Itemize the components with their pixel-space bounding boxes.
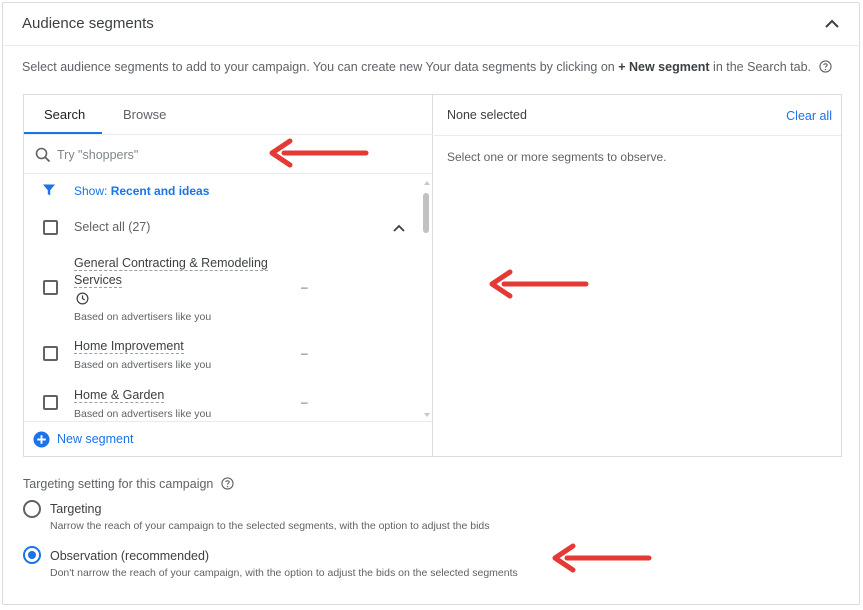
segment-checkbox[interactable] xyxy=(43,346,58,361)
tab-search[interactable]: Search xyxy=(44,107,85,122)
segment-picker: Search Browse Show: Recent and ideas xyxy=(23,94,842,457)
show-filter-prefix: Show: xyxy=(74,184,111,198)
new-segment-label: New segment xyxy=(57,432,134,446)
select-all-checkbox[interactable] xyxy=(43,220,58,235)
active-tab-indicator xyxy=(24,132,102,134)
help-circle-icon[interactable] xyxy=(221,477,234,490)
picker-tabs: Search Browse xyxy=(24,95,433,135)
segment-source: Based on advertisers like you xyxy=(74,311,212,323)
card-header[interactable]: Audience segments xyxy=(3,3,859,46)
selected-title: None selected xyxy=(447,108,527,122)
targeting-title-text: Targeting setting for this campaign xyxy=(23,477,214,491)
intro-text-before: Select audience segments to add to your … xyxy=(22,60,619,74)
chevron-up-icon xyxy=(825,19,839,28)
show-filter-label: Show: Recent and ideas xyxy=(74,184,209,198)
segment-checkbox[interactable] xyxy=(43,280,58,295)
segment-source: Based on advertisers like you xyxy=(74,359,212,371)
intro-text-after: in the Search tab. xyxy=(709,60,812,74)
segment-checkbox[interactable] xyxy=(43,395,58,410)
list-scrollbar[interactable] xyxy=(422,179,431,419)
observation-option-description: Don't narrow the reach of your campaign,… xyxy=(50,567,518,579)
clock-icon xyxy=(76,292,89,305)
segment-name-line1: Home Improvement xyxy=(74,339,184,354)
new-segment-button[interactable]: New segment xyxy=(24,421,433,456)
observation-option-label[interactable]: Observation (recommended) xyxy=(50,549,209,563)
segment-name[interactable]: Home & Garden xyxy=(74,387,165,404)
segment-size: – xyxy=(301,280,308,294)
segment-name-line2: Services xyxy=(74,273,122,288)
segment-name[interactable]: Home Improvement xyxy=(74,338,184,355)
scroll-up-arrow[interactable] xyxy=(424,181,430,185)
targeting-setting-title: Targeting setting for this campaign xyxy=(23,477,234,491)
targeting-option-description: Narrow the reach of your campaign to the… xyxy=(50,520,490,532)
segment-size: – xyxy=(301,346,308,360)
select-all-label: Select all (27) xyxy=(74,220,151,234)
clear-all-button[interactable]: Clear all xyxy=(786,109,832,123)
help-circle-icon[interactable] xyxy=(818,60,832,73)
add-circle-icon xyxy=(33,431,50,448)
search-row xyxy=(24,136,433,174)
targeting-radio[interactable] xyxy=(23,500,41,518)
intro-text: Select audience segments to add to your … xyxy=(22,60,832,74)
collapse-button[interactable] xyxy=(823,15,841,33)
segment-name-line1: General Contracting & Remodeling xyxy=(74,256,268,271)
segment-size: – xyxy=(301,395,308,409)
empty-selection-message: Select one or more segments to observe. xyxy=(447,150,667,164)
observation-radio[interactable] xyxy=(23,546,41,564)
scroll-down-arrow[interactable] xyxy=(424,413,430,417)
segment-list: Show: Recent and ideas Select all (27) G… xyxy=(24,175,433,421)
card-title: Audience segments xyxy=(22,15,154,32)
search-icon xyxy=(35,147,51,163)
scroll-thumb[interactable] xyxy=(423,193,429,233)
tab-browse[interactable]: Browse xyxy=(123,107,166,122)
show-filter-value: Recent and ideas xyxy=(110,184,210,198)
chevron-up-icon[interactable] xyxy=(391,220,407,236)
annotation-arrow xyxy=(552,543,652,573)
segment-source: Based on advertisers like you xyxy=(74,408,212,420)
targeting-option-label[interactable]: Targeting xyxy=(50,502,101,516)
intro-new-segment-bold: + New segment xyxy=(618,60,710,74)
segment-name-line1: Home & Garden xyxy=(74,388,165,403)
search-pane: Search Browse Show: Recent and ideas xyxy=(24,95,433,456)
segment-name[interactable]: General Contracting & Remodeling Service… xyxy=(74,255,268,289)
filter-icon xyxy=(43,184,55,196)
annotation-arrow xyxy=(489,269,589,299)
audience-segments-card: Audience segments Select audience segmen… xyxy=(2,2,860,605)
divider xyxy=(434,135,841,136)
annotation-arrow xyxy=(269,138,369,168)
